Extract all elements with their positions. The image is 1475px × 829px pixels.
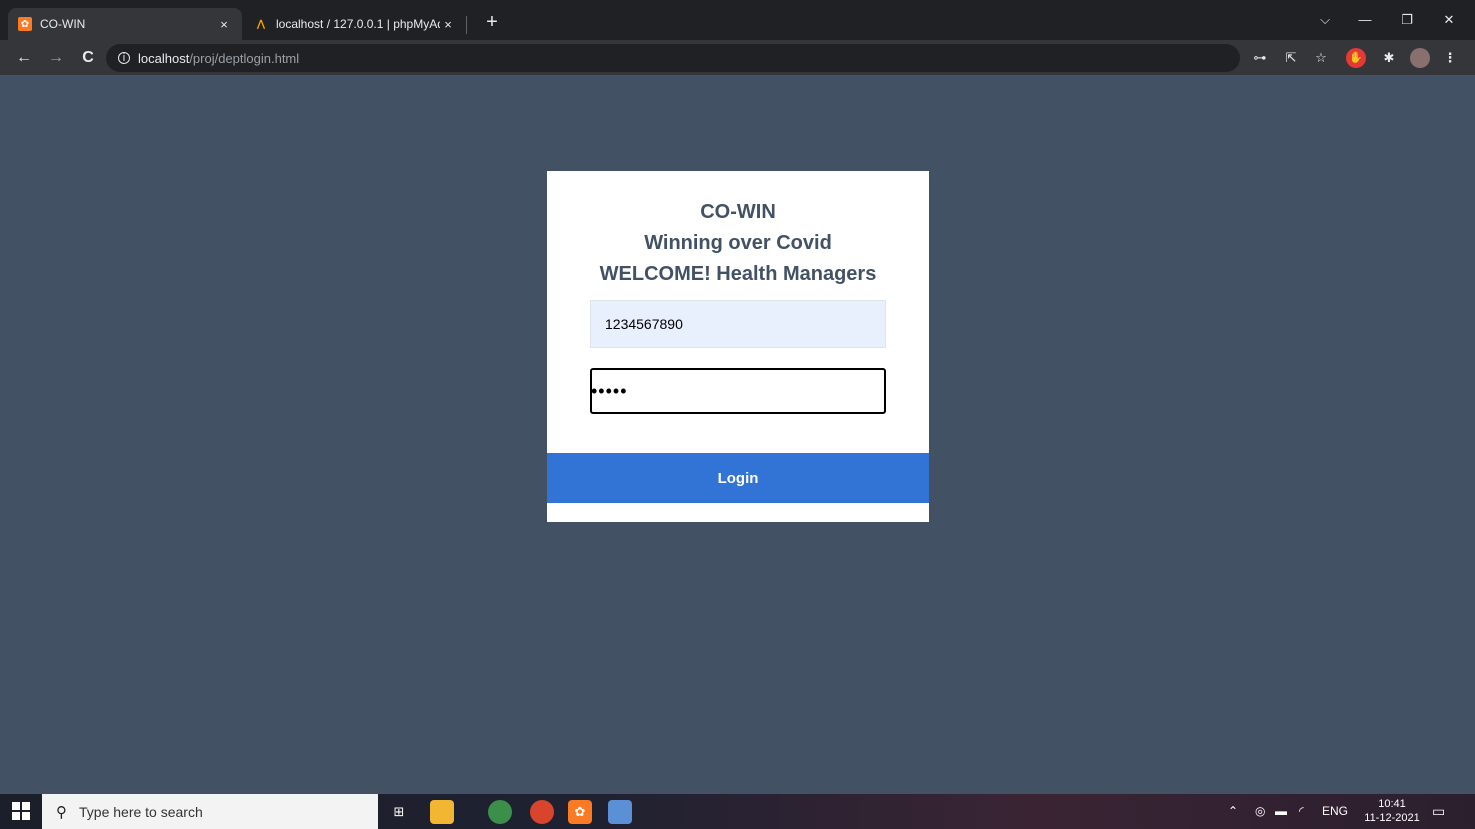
page-body: CO-WIN Winning over Covid WELCOME! Healt… [0,75,1475,794]
windows-taskbar: ⚲ Type here to search ⊞ ✿ ⌃ ◎ ▬ ◜ ENG 10… [0,794,1475,829]
phpmyadmin-icon: ⋀ [256,18,266,30]
file-explorer-icon[interactable] [430,800,454,824]
url-host: localhost [138,50,190,66]
forward-button[interactable]: → [44,46,68,70]
tab-title: CO-WIN [40,17,86,31]
tab-phpmyadmin[interactable]: ⋀ localhost / 127.0.0.1 | phpMyAdr × [244,8,466,40]
search-placeholder: Type here to search [79,803,203,820]
tab-strip: ✿ CO-WIN × ⋀ localhost / 127.0.0.1 | php… [0,0,1475,40]
tab-title: localhost / 127.0.0.1 | phpMyAdr [276,17,440,31]
clock-time: 10:41 [1378,798,1406,810]
xampp-icon: ✿ [18,17,32,31]
share-icon[interactable]: ⇱ [1281,48,1301,68]
browser-toolbar: ← → C i localhost/proj/deptlogin.html ⊶ … [0,40,1475,75]
language-indicator[interactable]: ENG [1322,794,1348,829]
password-input[interactable] [590,368,886,414]
xampp-icon[interactable]: ✿ [568,800,592,824]
chrome-profile-icon[interactable] [530,800,554,824]
reload-button[interactable]: C [76,46,100,70]
app-icon[interactable] [608,800,632,824]
address-bar[interactable]: i localhost/proj/deptlogin.html [106,44,1240,72]
windows-start-icon[interactable] [12,802,30,820]
taskbar-clock[interactable]: 10:41 11-12-2021 [1364,797,1420,825]
task-view-icon[interactable]: ⊞ [387,800,411,824]
site-info-icon[interactable]: i [118,52,130,64]
notification-icon[interactable]: ▭ [1432,794,1445,829]
username-input[interactable] [590,300,886,348]
new-tab-button[interactable]: + [480,10,504,34]
back-button[interactable]: ← [12,46,36,70]
meet-now-icon[interactable]: ◎ [1255,794,1265,829]
heading-line-welcome: WELCOME! Health Managers [599,263,877,285]
tab-close-icon[interactable]: × [440,17,456,32]
search-icon: ⚲ [56,803,67,821]
menu-icon[interactable]: ⋮ [1440,48,1460,68]
tab-close-icon[interactable]: × [216,17,232,32]
minimize-button[interactable]: — [1347,8,1383,32]
tab-separator [466,16,467,34]
tab-cowin[interactable]: ✿ CO-WIN × [8,8,242,40]
star-icon[interactable]: ☆ [1311,48,1331,68]
clock-date: 11-12-2021 [1364,812,1420,824]
chrome-icon[interactable] [488,800,512,824]
restore-button[interactable]: ❐ [1389,8,1425,32]
key-icon[interactable]: ⊶ [1250,48,1270,68]
taskbar-search-input[interactable]: ⚲ Type here to search [42,794,378,829]
extensions-icon[interactable]: ✱ [1379,48,1399,68]
heading-line-app: CO-WIN [700,201,776,223]
heading-line-tagline: Winning over Covid [644,232,832,254]
wifi-icon[interactable]: ◜ [1299,794,1304,829]
show-hidden-icons-chevron-up-icon[interactable]: ⌃ [1228,794,1238,829]
close-window-button[interactable]: ✕ [1431,8,1467,32]
login-heading: CO-WIN Winning over Covid WELCOME! Healt… [547,197,929,290]
login-button[interactable]: Login [547,453,929,503]
login-card: CO-WIN Winning over Covid WELCOME! Healt… [547,171,929,522]
profile-avatar[interactable] [1410,48,1430,68]
adblock-icon[interactable]: ✋ [1346,48,1366,68]
tab-search-chevron-down-icon[interactable]: ⌵ [1307,8,1343,32]
battery-icon[interactable]: ▬ [1275,794,1287,829]
url-path: /proj/deptlogin.html [189,50,300,66]
